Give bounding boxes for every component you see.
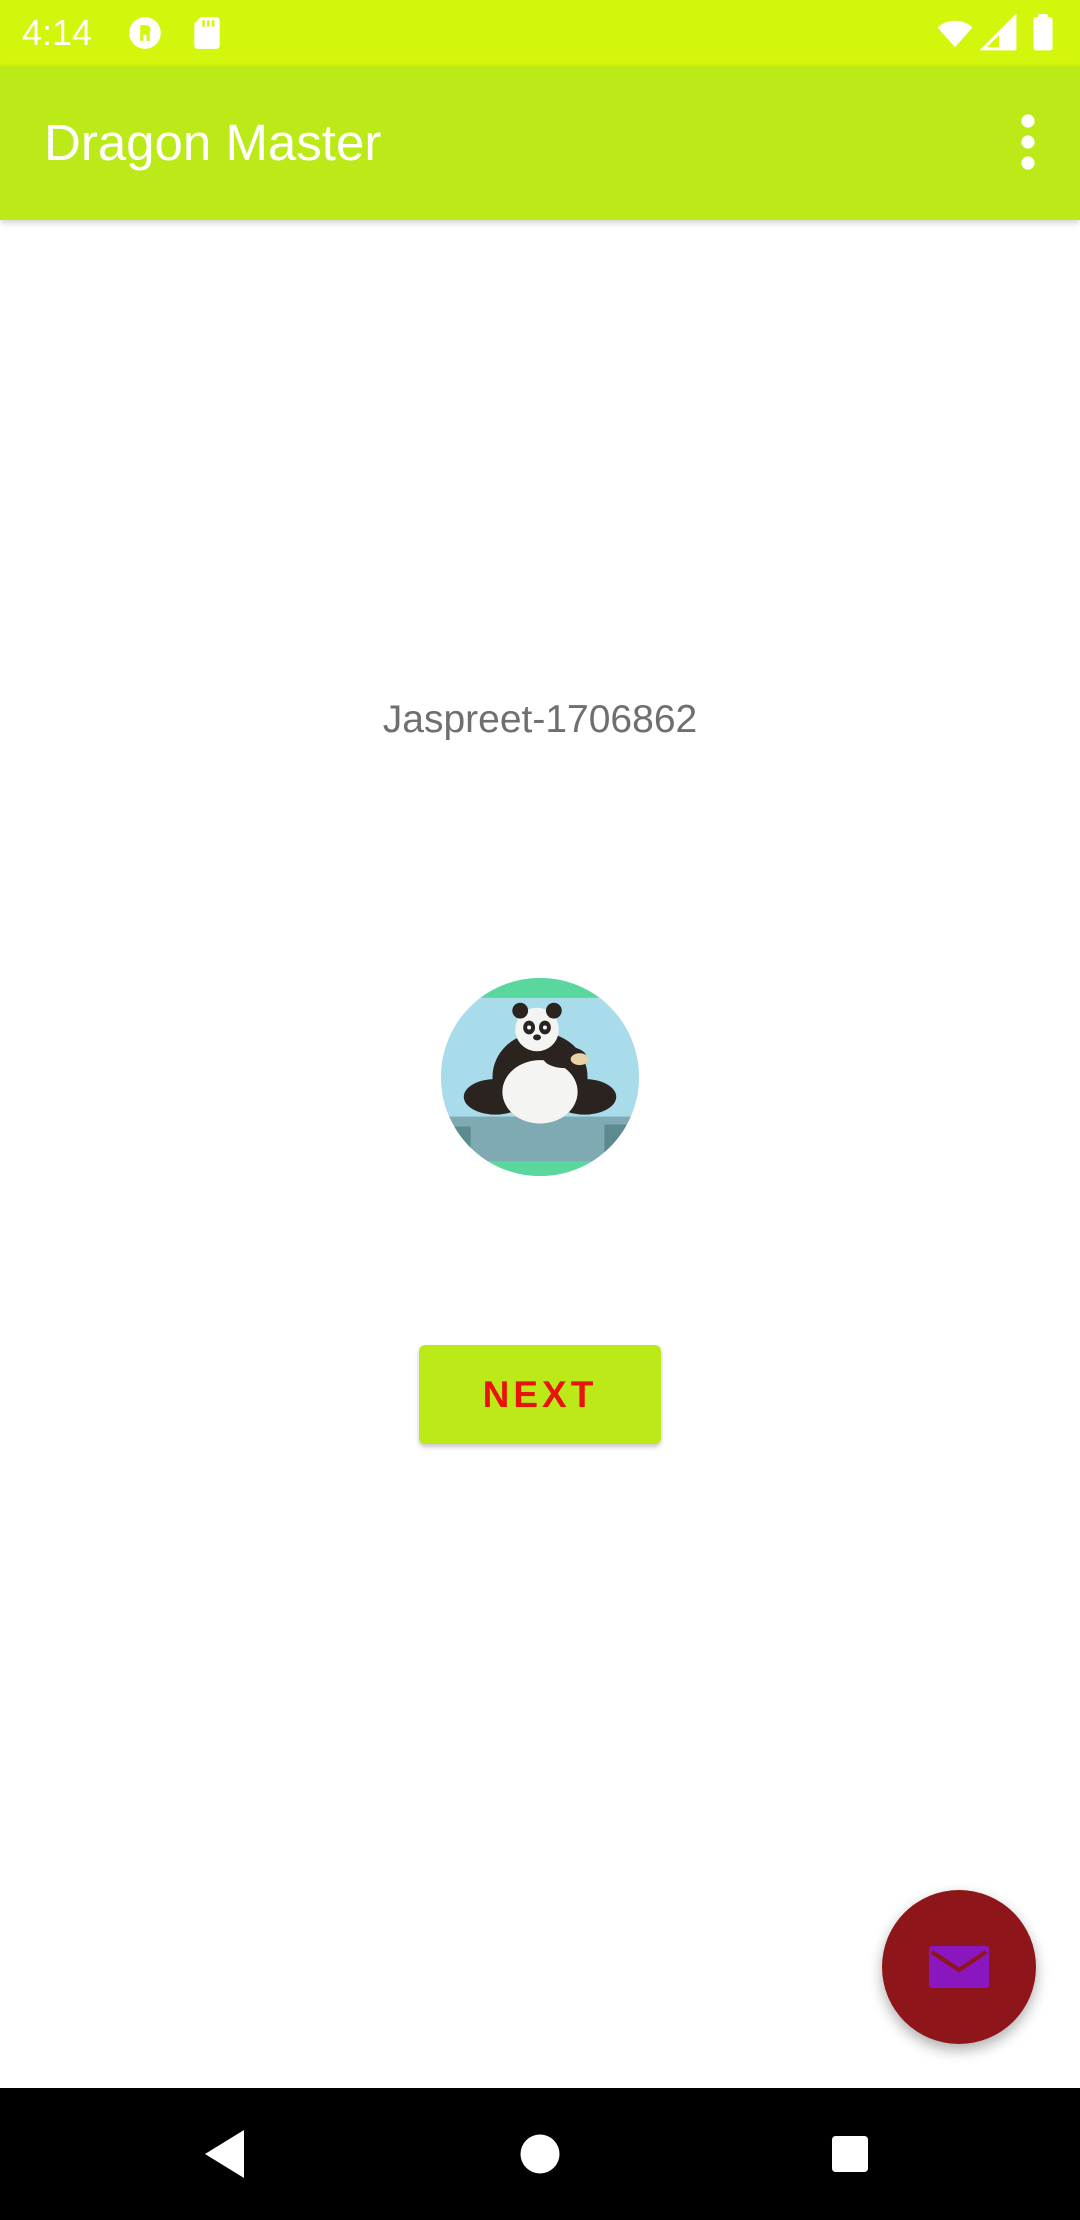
battery-icon bbox=[1028, 14, 1058, 52]
notification-icon bbox=[126, 14, 164, 52]
sd-card-icon bbox=[188, 14, 226, 52]
status-time: 4:14 bbox=[22, 12, 93, 53]
screen: 4:14 Dragon Master Jaspreet-1706862 NEXT bbox=[0, 0, 1080, 2220]
app-title: Dragon Master bbox=[44, 114, 382, 171]
email-icon bbox=[929, 1946, 989, 1988]
app-bar: Dragon Master bbox=[0, 66, 1080, 220]
recents-icon[interactable] bbox=[814, 2118, 886, 2190]
wifi-icon bbox=[936, 14, 974, 52]
next-button[interactable]: NEXT bbox=[419, 1345, 661, 1444]
user-label: Jaspreet-1706862 bbox=[382, 698, 698, 741]
home-icon[interactable] bbox=[504, 2118, 576, 2190]
more-vert-icon[interactable] bbox=[992, 106, 1064, 178]
back-icon[interactable] bbox=[190, 2118, 262, 2190]
email-fab[interactable] bbox=[882, 1890, 1036, 2044]
navigation-bar bbox=[0, 2088, 1080, 2220]
status-bar: 4:14 bbox=[0, 0, 1080, 66]
signal-icon bbox=[980, 14, 1018, 52]
panda-avatar-image bbox=[441, 978, 639, 1176]
